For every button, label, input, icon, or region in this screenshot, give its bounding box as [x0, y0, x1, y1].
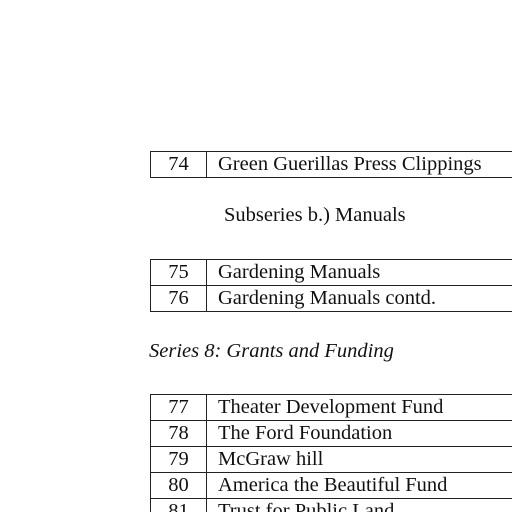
grants-funding-table: 77 Theater Development Fund 78 The Ford … — [150, 394, 512, 512]
box-number: 74 — [150, 151, 207, 178]
box-number: 79 — [150, 446, 207, 473]
manuals-table: 75 Gardening Manuals 76 Gardening Manual… — [150, 259, 512, 312]
box-number: 77 — [150, 394, 207, 421]
table-row: 78 The Ford Foundation — [150, 420, 512, 447]
subseries-heading: Subseries b.) Manuals — [224, 204, 406, 226]
table-row: 75 Gardening Manuals — [150, 259, 512, 286]
folder-title: America the Beautiful Fund — [206, 472, 512, 499]
folder-title: Gardening Manuals contd. — [206, 285, 512, 312]
folder-title: Trust for Public Land — [206, 498, 512, 512]
finding-aid-page: 74 Green Guerillas Press Clippings Subse… — [0, 0, 512, 512]
series-heading: Series 8: Grants and Funding — [149, 340, 394, 362]
box-number: 80 — [150, 472, 207, 499]
folder-title: The Ford Foundation — [206, 420, 512, 447]
table-row: 74 Green Guerillas Press Clippings — [150, 151, 512, 178]
folder-title: Theater Development Fund — [206, 394, 512, 421]
table-row: 80 America the Beautiful Fund — [150, 472, 512, 499]
press-clippings-table: 74 Green Guerillas Press Clippings — [150, 151, 512, 178]
table-row: 79 McGraw hill — [150, 446, 512, 473]
box-number: 76 — [150, 285, 207, 312]
folder-title: Green Guerillas Press Clippings — [206, 151, 512, 178]
folder-title: Gardening Manuals — [206, 259, 512, 286]
table-row: 77 Theater Development Fund — [150, 394, 512, 421]
box-number: 81 — [150, 498, 207, 512]
box-number: 78 — [150, 420, 207, 447]
table-row: 76 Gardening Manuals contd. — [150, 285, 512, 312]
folder-title: McGraw hill — [206, 446, 512, 473]
table-row: 81 Trust for Public Land — [150, 498, 512, 512]
box-number: 75 — [150, 259, 207, 286]
